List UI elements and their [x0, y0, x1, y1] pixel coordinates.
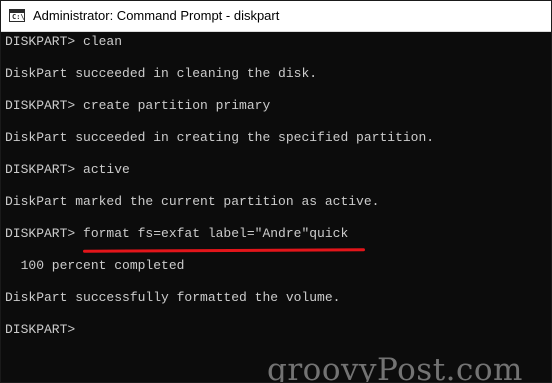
console-line-command: DISKPART> clean — [5, 34, 123, 49]
window-title: Administrator: Command Prompt - diskpart — [33, 8, 280, 23]
console-line-command: DISKPART> active — [5, 162, 130, 177]
console-line-output: DiskPart succeeded in cleaning the disk. — [5, 66, 318, 81]
console-line-progress: 100 percent completed — [5, 258, 185, 273]
cmd-icon-glyph: C:\ — [12, 13, 25, 21]
console-line-output: DiskPart marked the current partition as… — [5, 194, 380, 209]
console-line-output: DiskPart succeeded in creating the speci… — [5, 130, 435, 145]
watermark-logo: groovyPost.com — [267, 352, 523, 383]
console-output[interactable]: DISKPART> clean DiskPart succeeded in cl… — [1, 32, 551, 382]
console-line-command: DISKPART> create partition primary — [5, 98, 271, 113]
console-prompt[interactable]: DISKPART> — [5, 320, 75, 340]
cmd-icon: C:\ — [9, 9, 25, 22]
console-line-output: DiskPart successfully formatted the volu… — [5, 290, 341, 305]
command-prompt-window: C:\ Administrator: Command Prompt - disk… — [0, 0, 552, 383]
title-bar[interactable]: C:\ Administrator: Command Prompt - disk… — [1, 1, 551, 32]
console-line-command: DISKPART> format fs=exfat label="Andre"q… — [5, 226, 349, 241]
